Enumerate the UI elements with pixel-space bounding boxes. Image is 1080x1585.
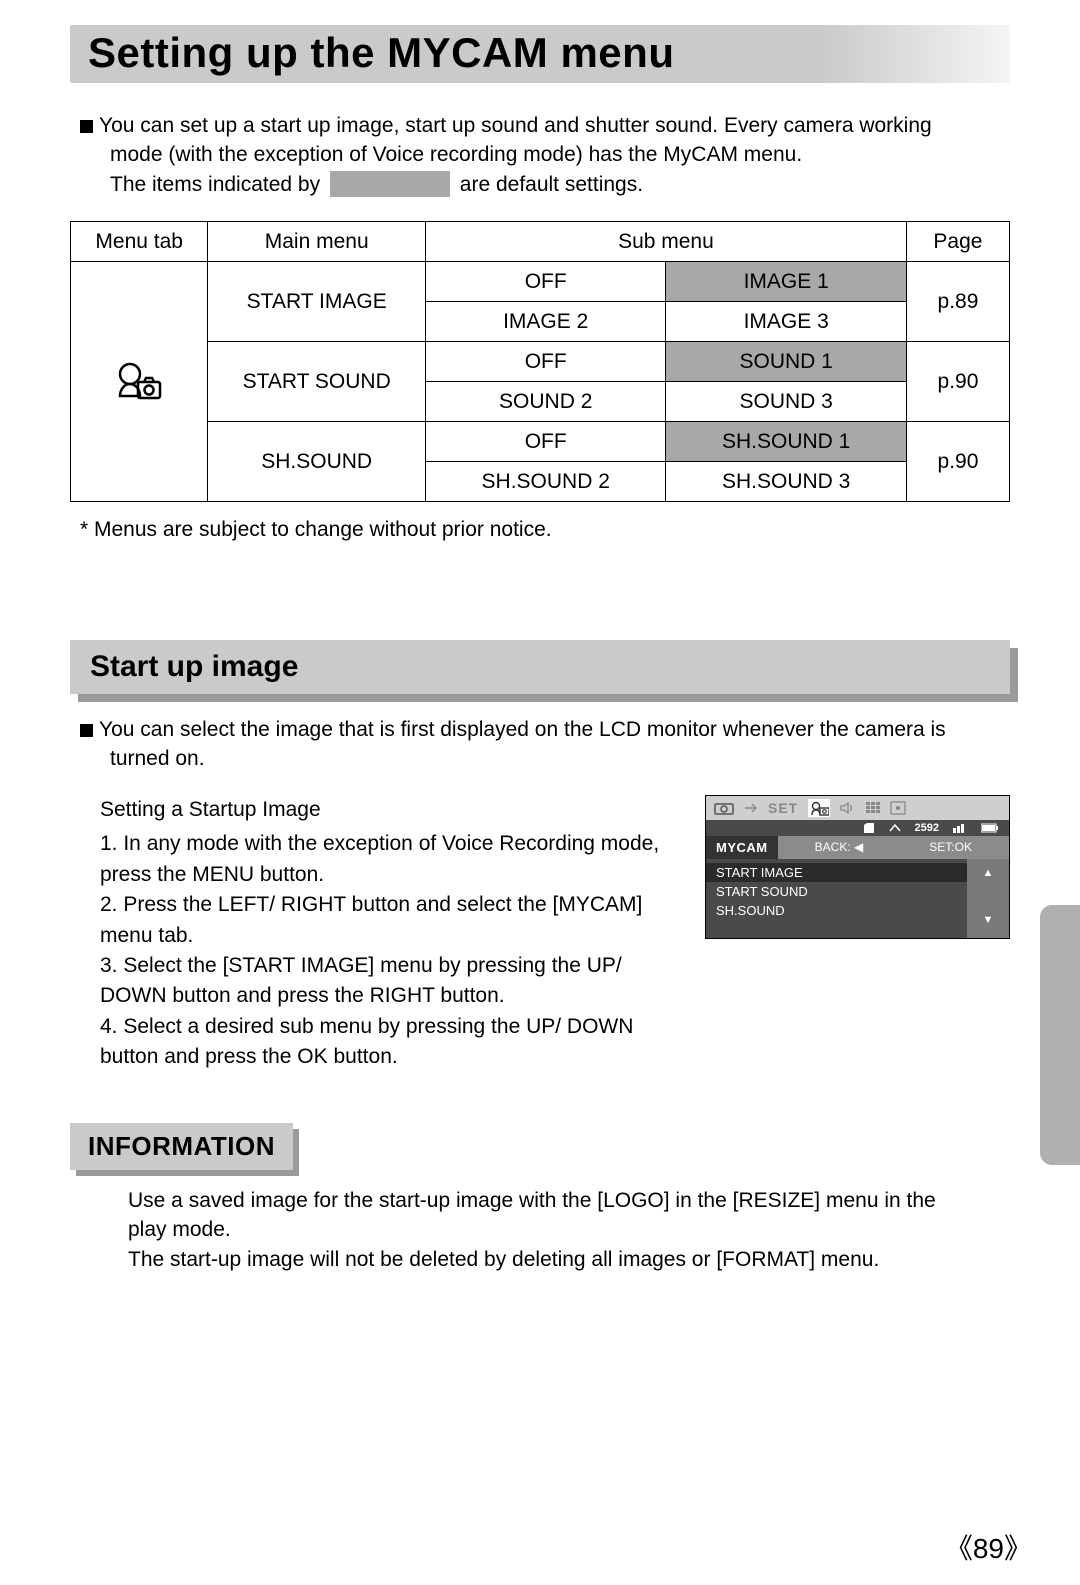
- section-heading-startup: Start up image: [70, 640, 1010, 694]
- lcd-item-0: START IMAGE: [706, 863, 967, 882]
- cell-1a: OFF: [425, 342, 665, 382]
- intro-line2: mode (with the exception of Voice record…: [110, 140, 1010, 169]
- intro-text: You can set up a start up image, start u…: [80, 111, 1010, 199]
- cell-2b: SH.SOUND 1: [666, 422, 906, 462]
- lcd-infobar: 2592: [706, 820, 1009, 836]
- cell-page-2: p.90: [906, 422, 1009, 502]
- battery-icon: [981, 823, 999, 833]
- card-icon: [863, 822, 875, 834]
- lcd-topbar: SET: [706, 796, 1009, 820]
- section-desc: You can select the image that is first d…: [80, 716, 1010, 773]
- lcd-resolution: 2592: [915, 822, 939, 834]
- intro-line3a: The items indicated by: [110, 173, 326, 196]
- cell-1b: SOUND 1: [666, 342, 906, 382]
- camera-icon: [714, 801, 734, 815]
- mycam-tab-icon: [808, 799, 830, 817]
- lcd-ok: SET:OK: [929, 840, 972, 854]
- info-heading-text: INFORMATION: [88, 1131, 275, 1162]
- info-line1: Use a saved image for the start-up image…: [128, 1186, 1010, 1215]
- side-thumb-tab: [1040, 905, 1080, 1165]
- info-line3: The start-up image will not be deleted b…: [128, 1245, 1010, 1274]
- lcd-mockup: SET 2592 MYCAM: [705, 795, 1010, 939]
- cell-0d: IMAGE 3: [666, 302, 906, 342]
- step-4: 4. Select a desired sub menu by pressing…: [100, 1012, 685, 1073]
- info-heading: INFORMATION: [70, 1123, 293, 1170]
- cell-main-1: START SOUND: [208, 342, 426, 422]
- cell-2a: OFF: [425, 422, 665, 462]
- cell-page-0: p.89: [906, 262, 1009, 342]
- th-sub-menu: Sub menu: [425, 222, 906, 262]
- section-heading-text: Start up image: [90, 650, 990, 684]
- up-caret-icon: [889, 823, 901, 833]
- lcd-item-2: SH.SOUND: [706, 901, 967, 920]
- th-page: Page: [906, 222, 1009, 262]
- footnote: * Menus are subject to change without pr…: [80, 518, 1010, 542]
- intro-line3b: are default settings.: [460, 173, 643, 196]
- page-title-bar: Setting up the MYCAM menu: [70, 25, 1010, 83]
- desc-line2: turned on.: [110, 745, 1010, 773]
- step-3: 3. Select the [START IMAGE] menu by pres…: [100, 951, 685, 1012]
- cell-1d: SOUND 3: [666, 382, 906, 422]
- page-number-value: 89: [973, 1533, 1004, 1564]
- frame-icon: [890, 801, 906, 815]
- menu-table: Menu tab Main menu Sub menu Page START I…: [70, 221, 1010, 502]
- default-swatch: [330, 171, 450, 197]
- page-number: 《89》: [945, 1527, 1032, 1567]
- desc-line1: You can select the image that is first d…: [99, 718, 946, 741]
- cell-page-1: p.90: [906, 342, 1009, 422]
- cell-2d: SH.SOUND 3: [666, 462, 906, 502]
- lcd-down-arrow: ▼: [983, 914, 994, 926]
- lcd-back: BACK:: [815, 840, 851, 854]
- cell-0c: IMAGE 2: [425, 302, 665, 342]
- bullet-icon: [80, 724, 93, 737]
- lcd-up-arrow: ▲: [983, 867, 994, 879]
- mycam-icon: [114, 360, 164, 404]
- step-1: 1. In any mode with the exception of Voi…: [100, 829, 685, 890]
- lcd-set-label: SET: [768, 800, 798, 816]
- step-2: 2. Press the LEFT/ RIGHT button and sele…: [100, 890, 685, 951]
- steps-subtitle: Setting a Startup Image: [100, 795, 685, 825]
- cell-main-0: START IMAGE: [208, 262, 426, 342]
- grid-icon: [866, 802, 880, 814]
- info-line2: play mode.: [128, 1215, 1010, 1244]
- intro-line1: You can set up a start up image, start u…: [99, 114, 932, 137]
- lcd-item-1: START SOUND: [706, 882, 967, 901]
- th-menu-tab: Menu tab: [71, 222, 208, 262]
- lcd-tab-name: MYCAM: [706, 836, 778, 859]
- cell-1c: SOUND 2: [425, 382, 665, 422]
- cell-main-2: SH.SOUND: [208, 422, 426, 502]
- th-main-menu: Main menu: [208, 222, 426, 262]
- info-text: Use a saved image for the start-up image…: [128, 1186, 1010, 1274]
- speaker-icon: [840, 801, 856, 815]
- lcd-menubar: MYCAM BACK: ◀ SET:OK: [706, 836, 1009, 859]
- steps-list: Setting a Startup Image 1. In any mode w…: [100, 795, 685, 1073]
- menu-tab-icon-cell: [71, 262, 208, 502]
- cell-2c: SH.SOUND 2: [425, 462, 665, 502]
- page-title: Setting up the MYCAM menu: [88, 29, 992, 77]
- cell-0a: OFF: [425, 262, 665, 302]
- cell-0b: IMAGE 1: [666, 262, 906, 302]
- bullet-icon: [80, 120, 93, 133]
- arrow-right-icon: [744, 802, 758, 814]
- lcd-menulist: START IMAGE START SOUND SH.SOUND ▲ ▼: [706, 859, 1009, 938]
- quality-icon: [953, 823, 967, 833]
